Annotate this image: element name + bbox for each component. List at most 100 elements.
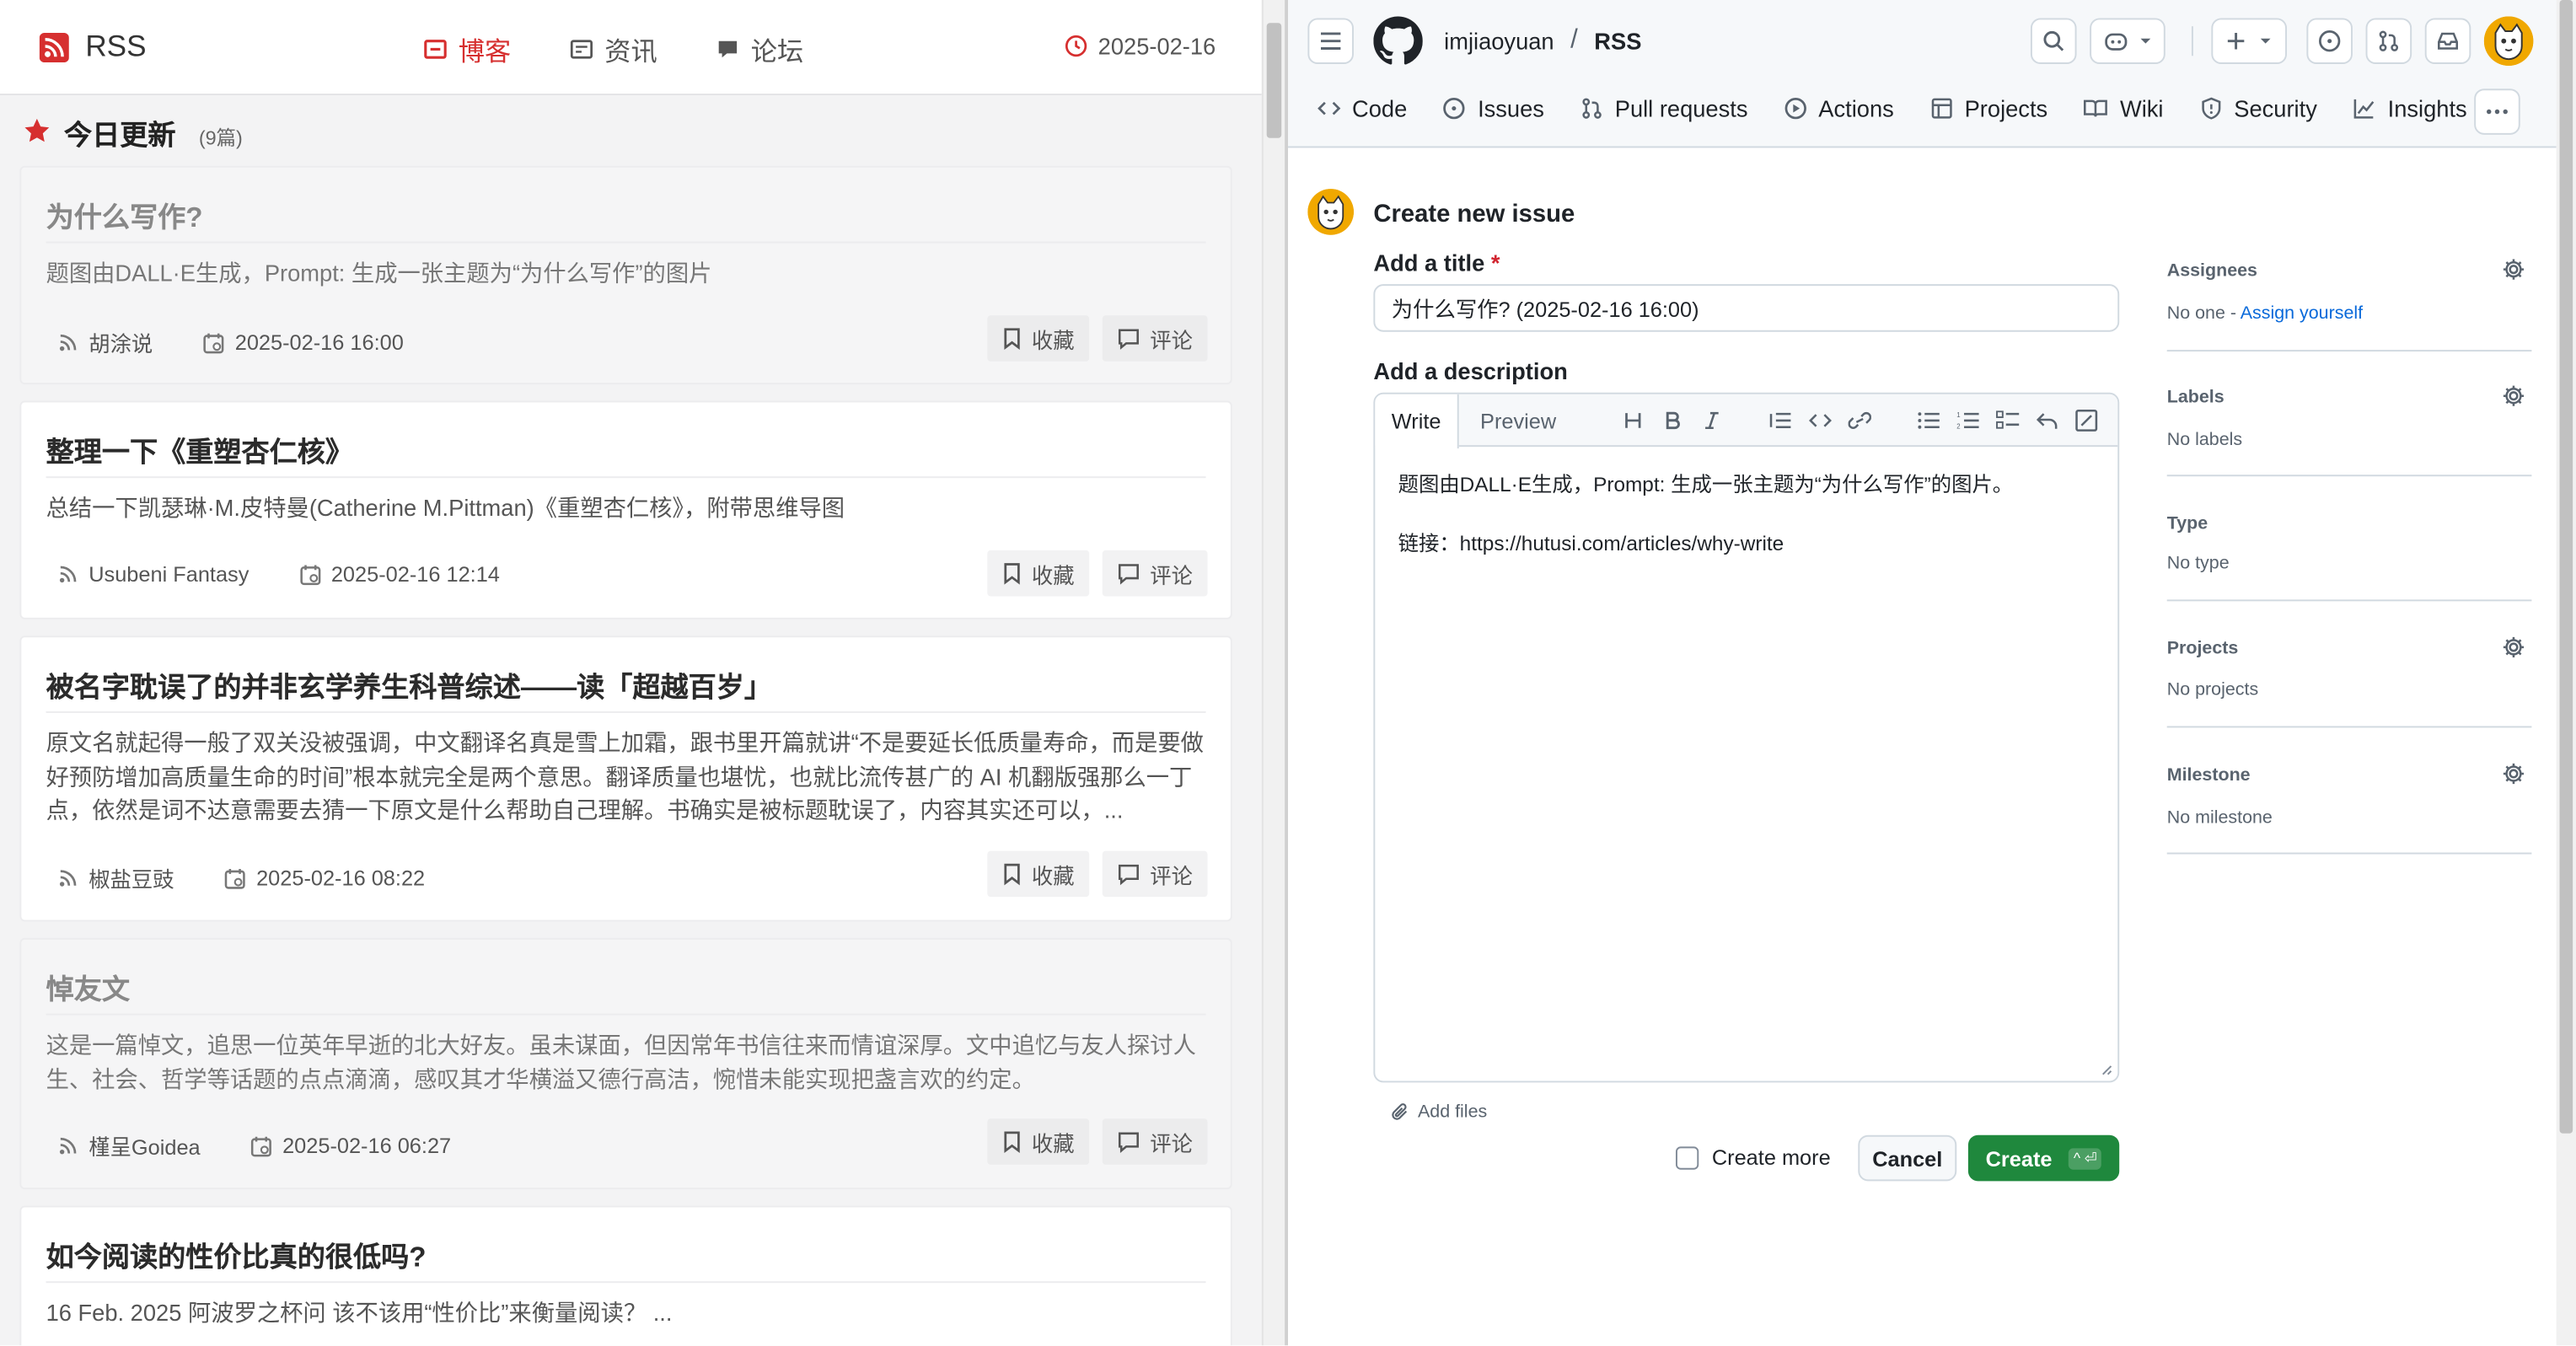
article-card[interactable]: 为什么写作? 题图由DALL·E生成，Prompt: 生成一张主题为“为什么写作… — [19, 165, 1232, 385]
tab-insights[interactable]: Insights — [2353, 95, 2467, 121]
nav-tab-news-label: 资讯 — [604, 39, 657, 67]
create-more-label: Create more — [1711, 1145, 1831, 1170]
tab-security[interactable]: Security — [2199, 95, 2317, 121]
link-icon[interactable] — [1845, 405, 1875, 435]
tab-code-label: Code — [1352, 95, 1408, 122]
comment-button[interactable]: 评论 — [1102, 850, 1208, 898]
repo-breadcrumb: imjiaoyuan / RSS — [1444, 26, 1641, 56]
gear-icon[interactable] — [2502, 762, 2525, 785]
tab-projects[interactable]: Projects — [1930, 95, 2047, 121]
more-tabs-button[interactable] — [2474, 88, 2520, 135]
article-source[interactable]: Usubeni Fantasy — [89, 562, 249, 587]
nav-tab-news[interactable]: 资讯 — [570, 29, 657, 69]
copilot-button[interactable] — [2090, 18, 2165, 65]
rss-date: 2025-02-16 — [1065, 33, 1216, 59]
user-avatar[interactable] — [2483, 16, 2534, 66]
title-label-text: Add a title — [1373, 249, 1485, 276]
unordered-list-icon[interactable] — [1914, 405, 1944, 435]
forum-icon — [716, 38, 739, 61]
description-editor[interactable]: Write Preview 12 题图由DALL·E生成，Prompt: 生成一… — [1373, 392, 2120, 1083]
article-title[interactable]: 如今阅读的性价比真的很低吗? — [46, 1234, 427, 1275]
scrollbar-thumb[interactable] — [2559, 0, 2573, 1134]
pull-requests-shortcut-button[interactable] — [2365, 18, 2412, 65]
repo-owner[interactable]: imjiaoyuan — [1444, 28, 1554, 54]
article-time: 2025-02-16 06:27 — [282, 1133, 452, 1159]
article-card[interactable]: 整理一下《重塑杏仁核》 总结一下凯瑟琳·M.皮特曼(Catherine M.Pi… — [19, 400, 1232, 619]
create-more-option[interactable]: Create more — [1675, 1145, 1831, 1170]
article-title[interactable]: 悼友文 — [46, 966, 130, 1007]
comment-button[interactable]: 评论 — [1102, 1118, 1208, 1165]
tab-actions[interactable]: Actions — [1784, 95, 1894, 121]
create-new-button[interactable] — [2211, 18, 2288, 65]
rss-scrollbar[interactable] — [1261, 0, 1285, 1346]
comment-button[interactable]: 评论 — [1102, 550, 1208, 597]
collect-button[interactable]: 收藏 — [987, 850, 1090, 898]
menu-button[interactable] — [1307, 18, 1354, 65]
article-actions: 收藏 评论 — [987, 550, 1208, 597]
tab-code[interactable]: Code — [1318, 95, 1407, 121]
git-pull-request-icon — [2377, 29, 2400, 52]
assign-yourself-link[interactable]: Assign yourself — [2241, 304, 2363, 324]
heading-icon[interactable] — [1618, 405, 1648, 435]
article-card[interactable]: 悼友文 这是一篇悼文，追思一位英年早逝的北大好友。虽未谋面，但因常年书信往来而情… — [19, 937, 1232, 1190]
gear-icon[interactable] — [2502, 258, 2525, 281]
article-title[interactable]: 整理一下《重塑杏仁核》 — [46, 429, 353, 470]
ordered-list-icon[interactable]: 12 — [1953, 405, 1983, 435]
issue-title-input[interactable]: 为什么写作? (2025-02-16 16:00) — [1373, 284, 2120, 332]
git-pull-request-icon — [1580, 97, 1603, 120]
divider — [46, 1281, 1206, 1284]
resize-handle-icon[interactable] — [2100, 1063, 2113, 1076]
fullscreen-icon[interactable] — [2072, 405, 2101, 435]
paperclip-icon — [1390, 1102, 1409, 1122]
description-line: 题图由DALL·E生成，Prompt: 生成一张主题为“为什么写作”的图片。 — [1398, 473, 2014, 496]
article-time: 2025-02-16 08:22 — [256, 866, 426, 891]
tab-write[interactable]: Write — [1375, 394, 1459, 449]
create-button[interactable]: Create ^ ⏎ — [1967, 1134, 2120, 1182]
article-card[interactable]: 如今阅读的性价比真的很低吗? 16 Feb. 2025 阿波罗之杯问 该不该用“… — [19, 1205, 1232, 1346]
comment-button[interactable]: 评论 — [1102, 315, 1208, 362]
article-card[interactable]: 被名字耽误了的并非玄学养生科普综述——读「超越百岁」 原文名就起得一般了双关没被… — [19, 635, 1232, 922]
repo-name[interactable]: RSS — [1594, 28, 1641, 54]
article-source[interactable]: 椒盐豆豉 — [89, 862, 174, 893]
rss-brand-title: RSS — [85, 29, 147, 63]
rss-brand[interactable]: RSS — [39, 29, 147, 64]
nav-tab-forum[interactable]: 论坛 — [716, 29, 803, 69]
search-button[interactable] — [2030, 18, 2077, 65]
today-count: (9篇) — [198, 126, 243, 150]
milestone-label: Milestone — [2166, 765, 2251, 786]
description-textarea[interactable]: 题图由DALL·E生成，Prompt: 生成一张主题为“为什么写作”的图片。 链… — [1398, 469, 2095, 587]
gear-icon[interactable] — [2502, 384, 2525, 407]
collect-button[interactable]: 收藏 — [987, 550, 1090, 597]
article-title[interactable]: 被名字耽误了的并非玄学养生科普综述——读「超越百岁」 — [46, 663, 772, 705]
code-icon[interactable] — [1806, 405, 1835, 435]
task-list-icon[interactable] — [1993, 405, 2022, 435]
italic-icon[interactable] — [1697, 405, 1726, 435]
collect-button[interactable]: 收藏 — [987, 1118, 1090, 1165]
article-title[interactable]: 为什么写作? — [46, 194, 203, 235]
tab-wiki[interactable]: Wiki — [2084, 95, 2163, 121]
bookmark-icon — [1002, 862, 1022, 886]
tab-issues[interactable]: Issues — [1443, 95, 1544, 121]
gear-icon[interactable] — [2502, 635, 2525, 658]
feed-icon — [57, 332, 78, 353]
inbox-button[interactable] — [2424, 18, 2471, 65]
scrollbar-thumb[interactable] — [1266, 23, 1282, 138]
star-icon — [23, 116, 51, 144]
create-more-checkbox[interactable] — [1675, 1145, 1699, 1169]
github-logo-icon[interactable] — [1373, 16, 1423, 65]
tab-preview[interactable]: Preview — [1464, 394, 1573, 447]
add-files-button[interactable]: Add files — [1390, 1102, 1487, 1122]
github-scrollbar[interactable] — [2556, 0, 2576, 1346]
issues-shortcut-button[interactable] — [2306, 18, 2353, 65]
nav-tab-blog[interactable]: 博客 — [424, 29, 511, 69]
tab-pull-requests[interactable]: Pull requests — [1580, 95, 1747, 121]
article-source[interactable]: 槿呈Goidea — [89, 1130, 200, 1161]
bold-icon[interactable] — [1658, 405, 1688, 435]
quote-icon[interactable] — [1766, 405, 1795, 435]
code-icon — [1318, 97, 1341, 120]
collect-button[interactable]: 收藏 — [987, 315, 1090, 362]
cancel-button[interactable]: Cancel — [1858, 1134, 1957, 1182]
reply-icon[interactable] — [2032, 405, 2062, 435]
article-source[interactable]: 胡涂说 — [89, 327, 153, 358]
issue-title-value: 为什么写作? (2025-02-16 16:00) — [1391, 297, 1699, 323]
